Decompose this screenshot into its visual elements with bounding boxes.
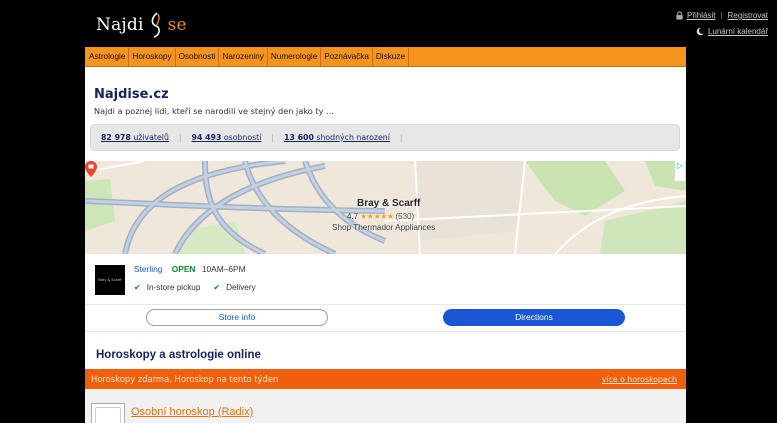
stats-bar: 82 978 uživatelů | 94 493 osobností | 13…: [90, 124, 680, 151]
intro: Najdise.cz Najdi a poznej lidi, kteří se…: [85, 67, 686, 116]
divider: [85, 331, 686, 332]
lunar-calendar-link[interactable]: Lunární kalendář: [708, 27, 768, 36]
store-status: Sterling OPEN 10AM–6PM: [134, 264, 246, 274]
users-stat-link[interactable]: 82 978 uživatelů: [101, 133, 169, 142]
store-info-button[interactable]: Store info: [146, 309, 328, 326]
store-logo[interactable]: Bray & Scarff: [95, 265, 125, 295]
account-links: Přihlásit | Registrovat Lunární kalendář: [675, 10, 768, 42]
moon-icon: [696, 27, 705, 36]
store-hours: 10AM–6PM: [201, 264, 246, 274]
separator: |: [399, 133, 403, 142]
page-title: Najdise.cz: [94, 87, 169, 102]
separator: |: [178, 133, 182, 142]
store-features: ✔ In-store pickup ✔ Delivery: [134, 283, 256, 292]
horoscope-thumbnail[interactable]: [91, 403, 125, 423]
main-nav: Astrologie Horoskopy Osobnosti Narozenin…: [85, 47, 686, 67]
store-town[interactable]: Sterling: [134, 264, 162, 274]
map-pin-icon: [85, 161, 97, 177]
tagline: Najdi a poznej lidi, kteří se narodili v…: [94, 106, 334, 116]
register-link[interactable]: Registrovat: [728, 11, 768, 20]
list-item: Osobní horoskop (Radix): [85, 389, 686, 423]
divider: [85, 304, 686, 305]
open-status: OPEN: [171, 264, 196, 274]
logo-text-left: Najdi: [96, 15, 144, 35]
rating-stars-icon: ★★★★★: [360, 212, 394, 221]
nav-item-narozeniny[interactable]: Narozeniny: [219, 47, 268, 66]
lock-icon: [676, 11, 683, 20]
rating-value: 4.7: [347, 212, 359, 221]
feature-delivery: Delivery: [226, 283, 256, 292]
nav-item-poznavacka[interactable]: Poznávačka: [321, 47, 373, 66]
business-name: Bray & Scarff: [357, 198, 421, 209]
business-subtitle: Shop Thermador Appliances: [332, 223, 436, 232]
check-icon: ✔: [213, 283, 221, 292]
logo-text-right: se: [167, 15, 187, 35]
separator: |: [271, 133, 275, 142]
nav-item-diskuze[interactable]: Diskuze: [373, 47, 410, 66]
check-icon: ✔: [134, 283, 141, 292]
matches-stat-link[interactable]: 13 600 shodných narození: [284, 133, 390, 142]
personal-horoscope-link[interactable]: Osobní horoskop (Radix): [131, 406, 253, 418]
nav-item-numerologie[interactable]: Numerologie: [268, 47, 322, 66]
nav-item-horoskopy[interactable]: Horoskopy: [129, 47, 176, 66]
directions-button[interactable]: Directions: [443, 309, 625, 326]
main-content: Astrologie Horoskopy Osobnosti Narozenin…: [85, 47, 686, 423]
site-logo[interactable]: Najdi se: [96, 10, 187, 40]
nav-item-osobnosti[interactable]: Osobnosti: [176, 47, 220, 66]
section-title: Horoskopy a astrologie online: [96, 349, 261, 361]
map-ad[interactable]: Bray & Scarff 4.7 ★★★★★ (530) Shop Therm…: [85, 161, 686, 254]
more-horoscopes-link[interactable]: více o horoskopech: [602, 375, 677, 384]
section-bar-text: Horoskopy zdarma, Horoskop na tento týde…: [91, 374, 279, 384]
separator: |: [720, 11, 723, 20]
persons-stat-link[interactable]: 94 493 osobností: [192, 133, 262, 142]
adchoices-icon[interactable]: ▷: [675, 161, 685, 181]
review-count: (530): [395, 212, 415, 221]
nav-item-astrologie[interactable]: Astrologie: [85, 47, 130, 66]
section-bar: Horoskopy zdarma, Horoskop na tento týde…: [85, 369, 686, 389]
logo-mark-icon: [151, 12, 160, 38]
business-rating: 4.7 ★★★★★ (530): [347, 212, 414, 221]
login-link[interactable]: Přihlásit: [687, 11, 715, 20]
feature-pickup: In-store pickup: [146, 283, 201, 292]
